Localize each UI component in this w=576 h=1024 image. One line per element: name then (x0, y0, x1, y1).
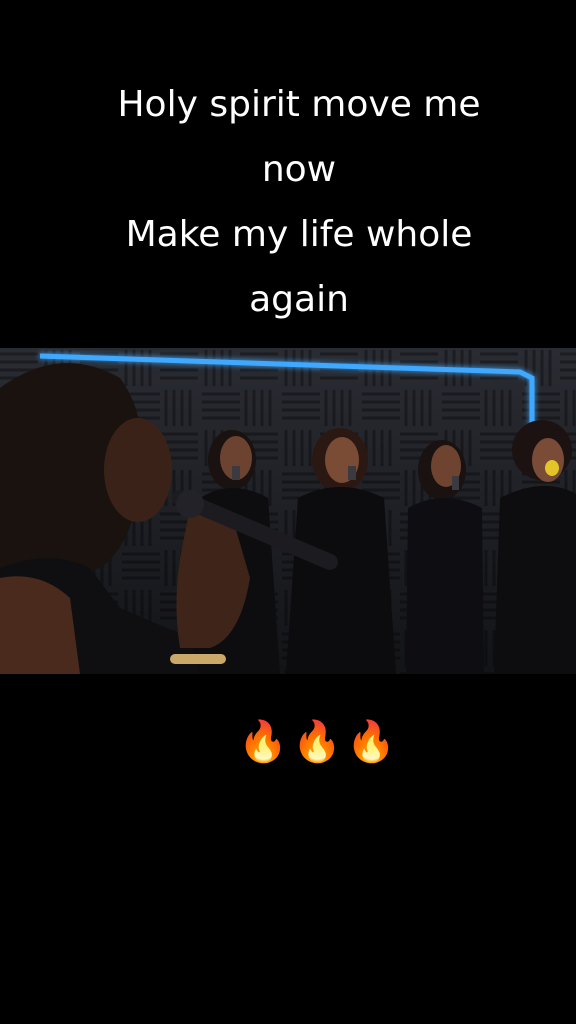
fire-icon: 🔥 (238, 719, 290, 765)
caption-line-2: now (261, 149, 337, 190)
emoji-reactions: 😭 😭 😭🔥🔥🔥😭 😭 (0, 712, 576, 772)
crying-face-icon: 😭 (131, 719, 181, 765)
crying-face-icon: 😭 (455, 719, 505, 765)
video-scene (0, 348, 576, 674)
crying-face-icon: 😭 (185, 719, 235, 765)
crying-face-icon: 😭 (401, 719, 451, 765)
lyrics-caption: Holy spirit move me now Make my life who… (0, 72, 576, 332)
caption-line-4: again (249, 279, 349, 320)
caption-line-3: Make my life whole (125, 214, 473, 255)
fire-icon: 🔥 (346, 719, 398, 765)
caption-line-1: Holy spirit move me (117, 84, 481, 125)
video-frame[interactable] (0, 348, 576, 674)
fire-icon: 🔥 (292, 719, 344, 765)
crying-face-icon: 😭 (77, 719, 127, 765)
